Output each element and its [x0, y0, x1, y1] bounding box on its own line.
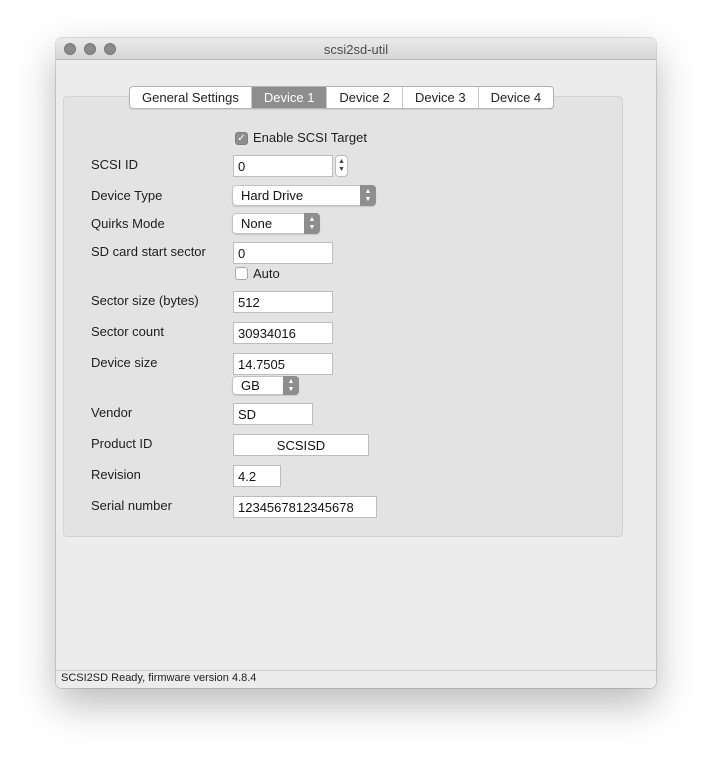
sector-count-label: Sector count [91, 324, 164, 339]
title-bar: scsi2sd-util [56, 38, 656, 60]
device-type-label: Device Type [91, 188, 163, 203]
chevron-updown-icon: ▲ ▼ [360, 185, 376, 206]
serial-number-label: Serial number [91, 498, 172, 513]
scsi-id-label: SCSI ID [91, 157, 138, 172]
device-type-value: Hard Drive [241, 188, 304, 203]
tab-device-2[interactable]: Device 2 [327, 87, 403, 108]
sector-size-label: Sector size (bytes) [91, 293, 199, 308]
sector-size-input[interactable]: 512 [233, 291, 333, 313]
device-type-select[interactable]: Hard Drive ▲ ▼ [232, 185, 376, 206]
sd-start-sector-input[interactable]: 0 [233, 242, 333, 264]
device-size-unit-select[interactable]: GB ▲ ▼ [232, 376, 299, 395]
tab-device-4[interactable]: Device 4 [479, 87, 554, 108]
device-size-label: Device size [91, 355, 158, 370]
scsi-id-input[interactable]: 0 [233, 155, 333, 177]
tab-device-3[interactable]: Device 3 [403, 87, 479, 108]
window-title: scsi2sd-util [323, 42, 389, 57]
status-bar: SCSI2SD Ready, firmware version 4.8.4 [56, 670, 656, 688]
revision-input[interactable]: 4.2 [233, 465, 281, 487]
tab-device-1[interactable]: Device 1 [251, 87, 328, 108]
sector-count-input[interactable]: 30934016 [233, 322, 333, 344]
serial-number-input[interactable]: 1234567812345678 [233, 496, 377, 518]
sd-start-sector-label: SD card start sector [91, 244, 206, 259]
quirks-mode-value: None [241, 216, 273, 231]
product-id-label: Product ID [91, 436, 153, 451]
quirks-mode-label: Quirks Mode [91, 216, 165, 231]
device-size-input[interactable]: 14.7505 [233, 353, 333, 375]
enable-scsi-target-checkbox[interactable]: ✓ [235, 132, 248, 145]
stepper-up-icon: ▲ [338, 158, 345, 165]
auto-checkbox[interactable] [235, 267, 248, 280]
app-window: scsi2sd-util ✓ Enable SCSI Target SCSI I… [56, 38, 656, 688]
vendor-label: Vendor [91, 405, 133, 420]
product-id-input[interactable]: SCSISD [233, 434, 369, 456]
auto-label: Auto [253, 266, 280, 281]
status-text: SCSI2SD Ready, firmware version 4.8.4 [61, 672, 257, 684]
chevron-updown-icon: ▲ ▼ [283, 376, 299, 395]
stepper-down-icon: ▼ [338, 166, 345, 173]
chevron-updown-icon: ▲ ▼ [304, 213, 320, 234]
quirks-mode-select[interactable]: None ▲ ▼ [232, 213, 320, 234]
vendor-input[interactable]: SD [233, 403, 313, 425]
device-tabs: General Settings Device 1 Device 2 Devic… [129, 86, 555, 109]
device-settings-panel: ✓ Enable SCSI Target SCSI ID 0 ▲ ▼ Devic… [63, 96, 623, 537]
enable-scsi-target-label: Enable SCSI Target [253, 130, 367, 145]
tab-general-settings[interactable]: General Settings [130, 87, 252, 108]
scsi-id-stepper[interactable]: ▲ ▼ [335, 155, 348, 177]
revision-label: Revision [91, 467, 141, 482]
device-size-unit-value: GB [241, 378, 260, 393]
